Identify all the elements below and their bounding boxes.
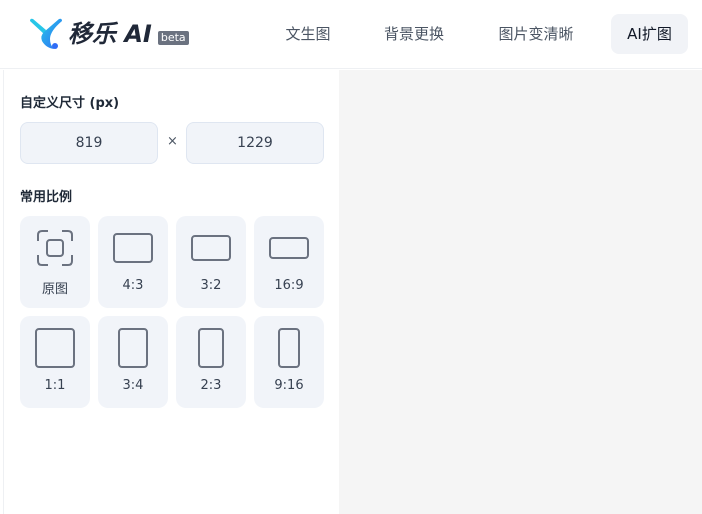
ratio-1-1[interactable]: 1:1 <box>20 316 90 408</box>
settings-panel: 自定义尺寸 (px) × 常用比例 原图 4:3 3:2 16: <box>3 70 339 514</box>
ratio-16-9-icon <box>269 237 309 259</box>
ratio-9-16-icon <box>278 328 300 368</box>
ratio-label: 9:16 <box>274 378 304 393</box>
ratio-label: 3:4 <box>122 378 144 393</box>
ratio-label: 16:9 <box>274 278 304 293</box>
ratio-3-4[interactable]: 3:4 <box>98 316 168 408</box>
ratio-9-16[interactable]: 9:16 <box>254 316 324 408</box>
top-header: 移乐 AI beta 文生图 背景更换 图片变清晰 AI扩图 <box>0 0 702 69</box>
ratio-label: 2:3 <box>200 378 222 393</box>
ratio-section-title: 常用比例 <box>20 190 73 205</box>
ratio-1-1-icon <box>35 328 75 368</box>
ratio-3-2[interactable]: 3:2 <box>176 216 246 308</box>
app-root: 移乐 AI beta 文生图 背景更换 图片变清晰 AI扩图 自定义尺寸 (px… <box>0 0 702 514</box>
ratio-4-3-icon <box>113 233 153 263</box>
ratio-label: 3:2 <box>200 278 222 293</box>
brand-name: 移乐 AI <box>68 20 152 48</box>
nav-text-to-image[interactable]: 文生图 <box>270 14 346 54</box>
original-frame-icon <box>37 230 73 266</box>
ratio-original[interactable]: 原图 <box>20 216 90 308</box>
brand-logo[interactable]: 移乐 AI beta <box>28 16 189 52</box>
ratio-label: 原图 <box>41 282 68 297</box>
ratio-label: 4:3 <box>122 278 144 293</box>
width-input[interactable] <box>20 122 158 164</box>
nav-ai-expand[interactable]: AI扩图 <box>611 14 688 54</box>
ratio-3-4-icon <box>118 328 148 368</box>
ratio-2-3-icon <box>198 328 224 368</box>
ratio-4-3[interactable]: 4:3 <box>98 216 168 308</box>
nav-background-replace[interactable]: 背景更换 <box>370 14 458 54</box>
ratio-3-2-icon <box>191 235 231 261</box>
beta-badge: beta <box>157 31 189 45</box>
ratio-2-3[interactable]: 2:3 <box>176 316 246 408</box>
ratio-label: 1:1 <box>44 378 66 393</box>
ratio-16-9[interactable]: 16:9 <box>254 216 324 308</box>
custom-size-title: 自定义尺寸 (px) <box>20 96 120 111</box>
height-input[interactable] <box>186 122 324 164</box>
preview-canvas[interactable] <box>339 70 702 514</box>
brand-mark-icon <box>30 18 62 49</box>
size-separator: × <box>167 134 178 149</box>
nav-image-enhance[interactable]: 图片变清晰 <box>484 14 588 54</box>
